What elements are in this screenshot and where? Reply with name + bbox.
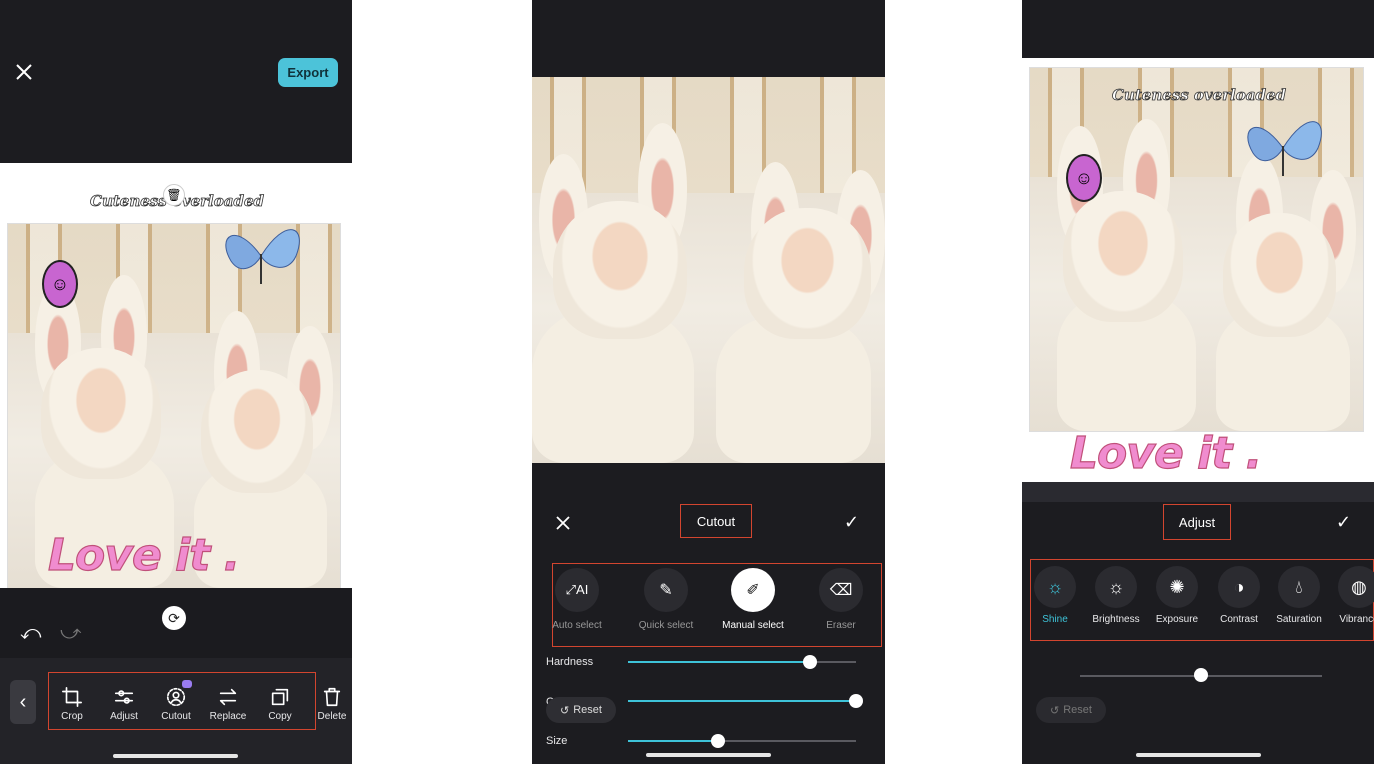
adjust-photo[interactable]: ☺ Cuteness overloaded [1029, 67, 1364, 432]
tool-shine[interactable]: ☼ Shine [1034, 566, 1076, 625]
back-button[interactable]: ‹ [10, 680, 36, 724]
eraser-icon: ⌫ [829, 582, 853, 599]
tools-highlight-box [1030, 559, 1374, 641]
baby-right [200, 369, 314, 494]
delete-sticker-icon[interactable]: 🗑 [163, 184, 185, 206]
close-icon[interactable] [14, 62, 34, 82]
saturation-icon: 💧︎ [1295, 576, 1303, 597]
highlight-box [48, 672, 316, 730]
tool-saturation[interactable]: 💧︎ Saturation [1276, 566, 1322, 625]
screen-adjust: ☺ Cuteness overloaded Love it . Adjust ✓… [1022, 0, 1374, 764]
export-button[interactable]: Export [278, 58, 338, 87]
tool-contrast[interactable]: ◑ Contrast [1216, 566, 1262, 625]
home-indicator [646, 753, 771, 757]
slider-size-knob[interactable] [711, 734, 725, 748]
reset-icon: ↺ [560, 704, 570, 717]
rotate-icon[interactable]: ⟳ [162, 606, 186, 630]
smiley-sticker[interactable]: ☺ [1066, 154, 1102, 202]
confirm-check-icon[interactable]: ✓ [844, 512, 859, 533]
reset-icon: ↺ [1050, 704, 1060, 717]
tool-vibrance[interactable]: ◍ Vibrance [1338, 566, 1374, 625]
slider-label-hardness: Hardness [546, 656, 594, 668]
baby-left [41, 347, 161, 479]
quick-select-icon: ✎ [659, 582, 673, 599]
undo-icon[interactable]: ⤺ [20, 622, 41, 645]
confirm-check-icon[interactable]: ✓ [1336, 512, 1351, 533]
home-indicator [1136, 753, 1261, 757]
vibrance-icon: ◍ [1351, 576, 1367, 597]
contrast-icon: ◑ [1233, 576, 1245, 597]
screen-editor: Export Cuteness overloaded 🗑 ☺ Love it .… [0, 0, 352, 764]
redo-icon[interactable]: ⤻ [60, 622, 81, 645]
panel-title: Cutout [680, 504, 752, 538]
auto-select-icon: ⤢AI [565, 582, 589, 597]
delete-icon [323, 687, 341, 707]
sticker-text-cuteness[interactable]: Cuteness overloaded [1112, 86, 1287, 105]
tool-manual-select[interactable]: ✐ Manual select [720, 568, 786, 631]
top-bar [1022, 0, 1374, 58]
tool-exposure[interactable]: ✺ Exposure [1154, 566, 1200, 625]
reset-button[interactable]: ↺ Reset [546, 697, 616, 723]
exposure-icon: ✺ [1169, 576, 1185, 597]
slider-label-size: Size [546, 735, 568, 747]
close-icon[interactable] [556, 516, 570, 530]
tool-brightness[interactable]: ☼ Brightness [1090, 566, 1142, 625]
top-bar: Export [0, 0, 352, 163]
slider-hardness-knob[interactable] [803, 655, 817, 669]
bottom-toolbar: ‹ Crop Adjust Cutout Replace Copy Delete [0, 658, 352, 764]
adjust-panel: Adjust ✓ ☼ Shine ☼ Brightness ✺ Exposure… [1022, 482, 1374, 764]
canvas-controls: ⤺ ⤻ ⟳ [0, 588, 352, 658]
tool-eraser[interactable]: ⌫ Eraser [816, 568, 866, 631]
manual-select-icon: ✐ [746, 582, 760, 599]
reset-button[interactable]: ↺ Reset [1036, 697, 1106, 723]
tool-quick-select[interactable]: ✎ Quick select [636, 568, 696, 631]
cutout-photo[interactable] [532, 77, 885, 463]
home-indicator [113, 754, 238, 758]
butterfly-sticker[interactable] [216, 224, 306, 294]
panel-title: Adjust [1163, 504, 1231, 540]
sticker-text-love[interactable]: Love it . [47, 529, 240, 581]
butterfly-sticker[interactable] [1238, 108, 1328, 186]
screen-cutout: Cutout ✓ ⤢AI Auto select ✎ Quick select … [532, 0, 885, 764]
shine-icon: ☼ [1046, 576, 1064, 597]
canvas-photo[interactable]: ☺ Love it . [7, 223, 341, 589]
adjust-slider-knob[interactable] [1194, 668, 1208, 682]
tool-auto-select[interactable]: ⤢AI Auto select [550, 568, 604, 631]
smiley-sticker[interactable]: ☺ [42, 260, 78, 308]
slider-opacity-knob[interactable] [849, 694, 863, 708]
sticker-text-love[interactable]: Love it . [1069, 427, 1262, 479]
tool-delete[interactable]: Delete [316, 686, 348, 722]
brightness-icon: ☼ [1107, 576, 1125, 597]
